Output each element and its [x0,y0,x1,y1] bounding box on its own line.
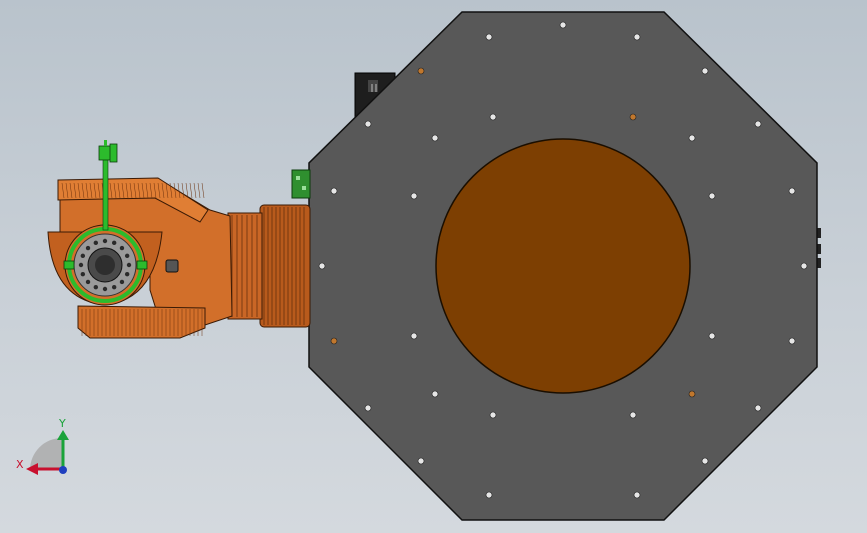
x-axis-label: X [16,458,24,471]
plate-hole [330,187,338,195]
joint-bolt [85,245,91,251]
joint-bolt [80,253,86,259]
joint-bolt [126,262,132,268]
joint-bolt [93,240,99,246]
joint-hub-center [95,255,115,275]
joint-bolt [111,284,117,290]
plate-hole [431,390,439,398]
joint-bolt [80,271,86,277]
ring-tab-right [136,260,148,270]
plate-hole [318,262,326,270]
plate-hole [485,33,493,41]
plate-hole [410,332,418,340]
plate-hole [489,411,497,419]
joint-bolt [102,238,108,244]
robot-arm[interactable] [47,140,311,339]
joint-bolt [93,284,99,290]
joint-bolt [111,240,117,246]
plate-hole [330,337,338,345]
plate-hole [364,120,372,128]
y-axis-label: Y [58,417,66,430]
plate-hole [629,411,637,419]
arm-hatch-line [201,182,205,199]
arm-knob[interactable] [165,259,179,273]
plate-hole [688,134,696,142]
plate-hole [788,337,796,345]
base-flange [259,204,311,328]
plate-hole [633,491,641,499]
plate-hole [417,67,425,75]
orange-rotary-disc[interactable] [435,138,691,394]
plate-hole [629,113,637,121]
plate-hole [754,404,762,412]
ring-tab-left [63,260,75,270]
joint-bolt [119,279,125,285]
arm-hatch-line [193,182,197,199]
arm-hatch-line [189,182,193,199]
cad-scene[interactable]: X Y [0,0,867,533]
plate-hole [489,113,497,121]
joint-bolt [124,253,130,259]
plate-hole [431,134,439,142]
joint-bolt [78,262,84,268]
plate-hole [633,33,641,41]
plate-hole [688,390,696,398]
z-axis-dot [59,466,67,474]
coordinate-triad: X Y [16,417,69,475]
joint-bolt [124,271,130,277]
plate-hole [410,192,418,200]
arm-neck [227,212,263,320]
plate-hole [708,192,716,200]
plate-hole [788,187,796,195]
y-axis-arrow [57,430,69,440]
arm-hatch-line [197,182,201,199]
plate-hole [559,21,567,29]
joint-bolt [102,286,108,292]
side-connector[interactable] [291,169,311,199]
plate-hole [485,491,493,499]
plate-hole [800,262,808,270]
joint-bolt [119,245,125,251]
plate-hole [708,332,716,340]
plate-hole [701,457,709,465]
plate-hole [417,457,425,465]
cad-viewport[interactable]: X Y [0,0,867,533]
plate-hole [754,120,762,128]
joint-bolt [85,279,91,285]
plate-hole [701,67,709,75]
plate-hole [364,404,372,412]
